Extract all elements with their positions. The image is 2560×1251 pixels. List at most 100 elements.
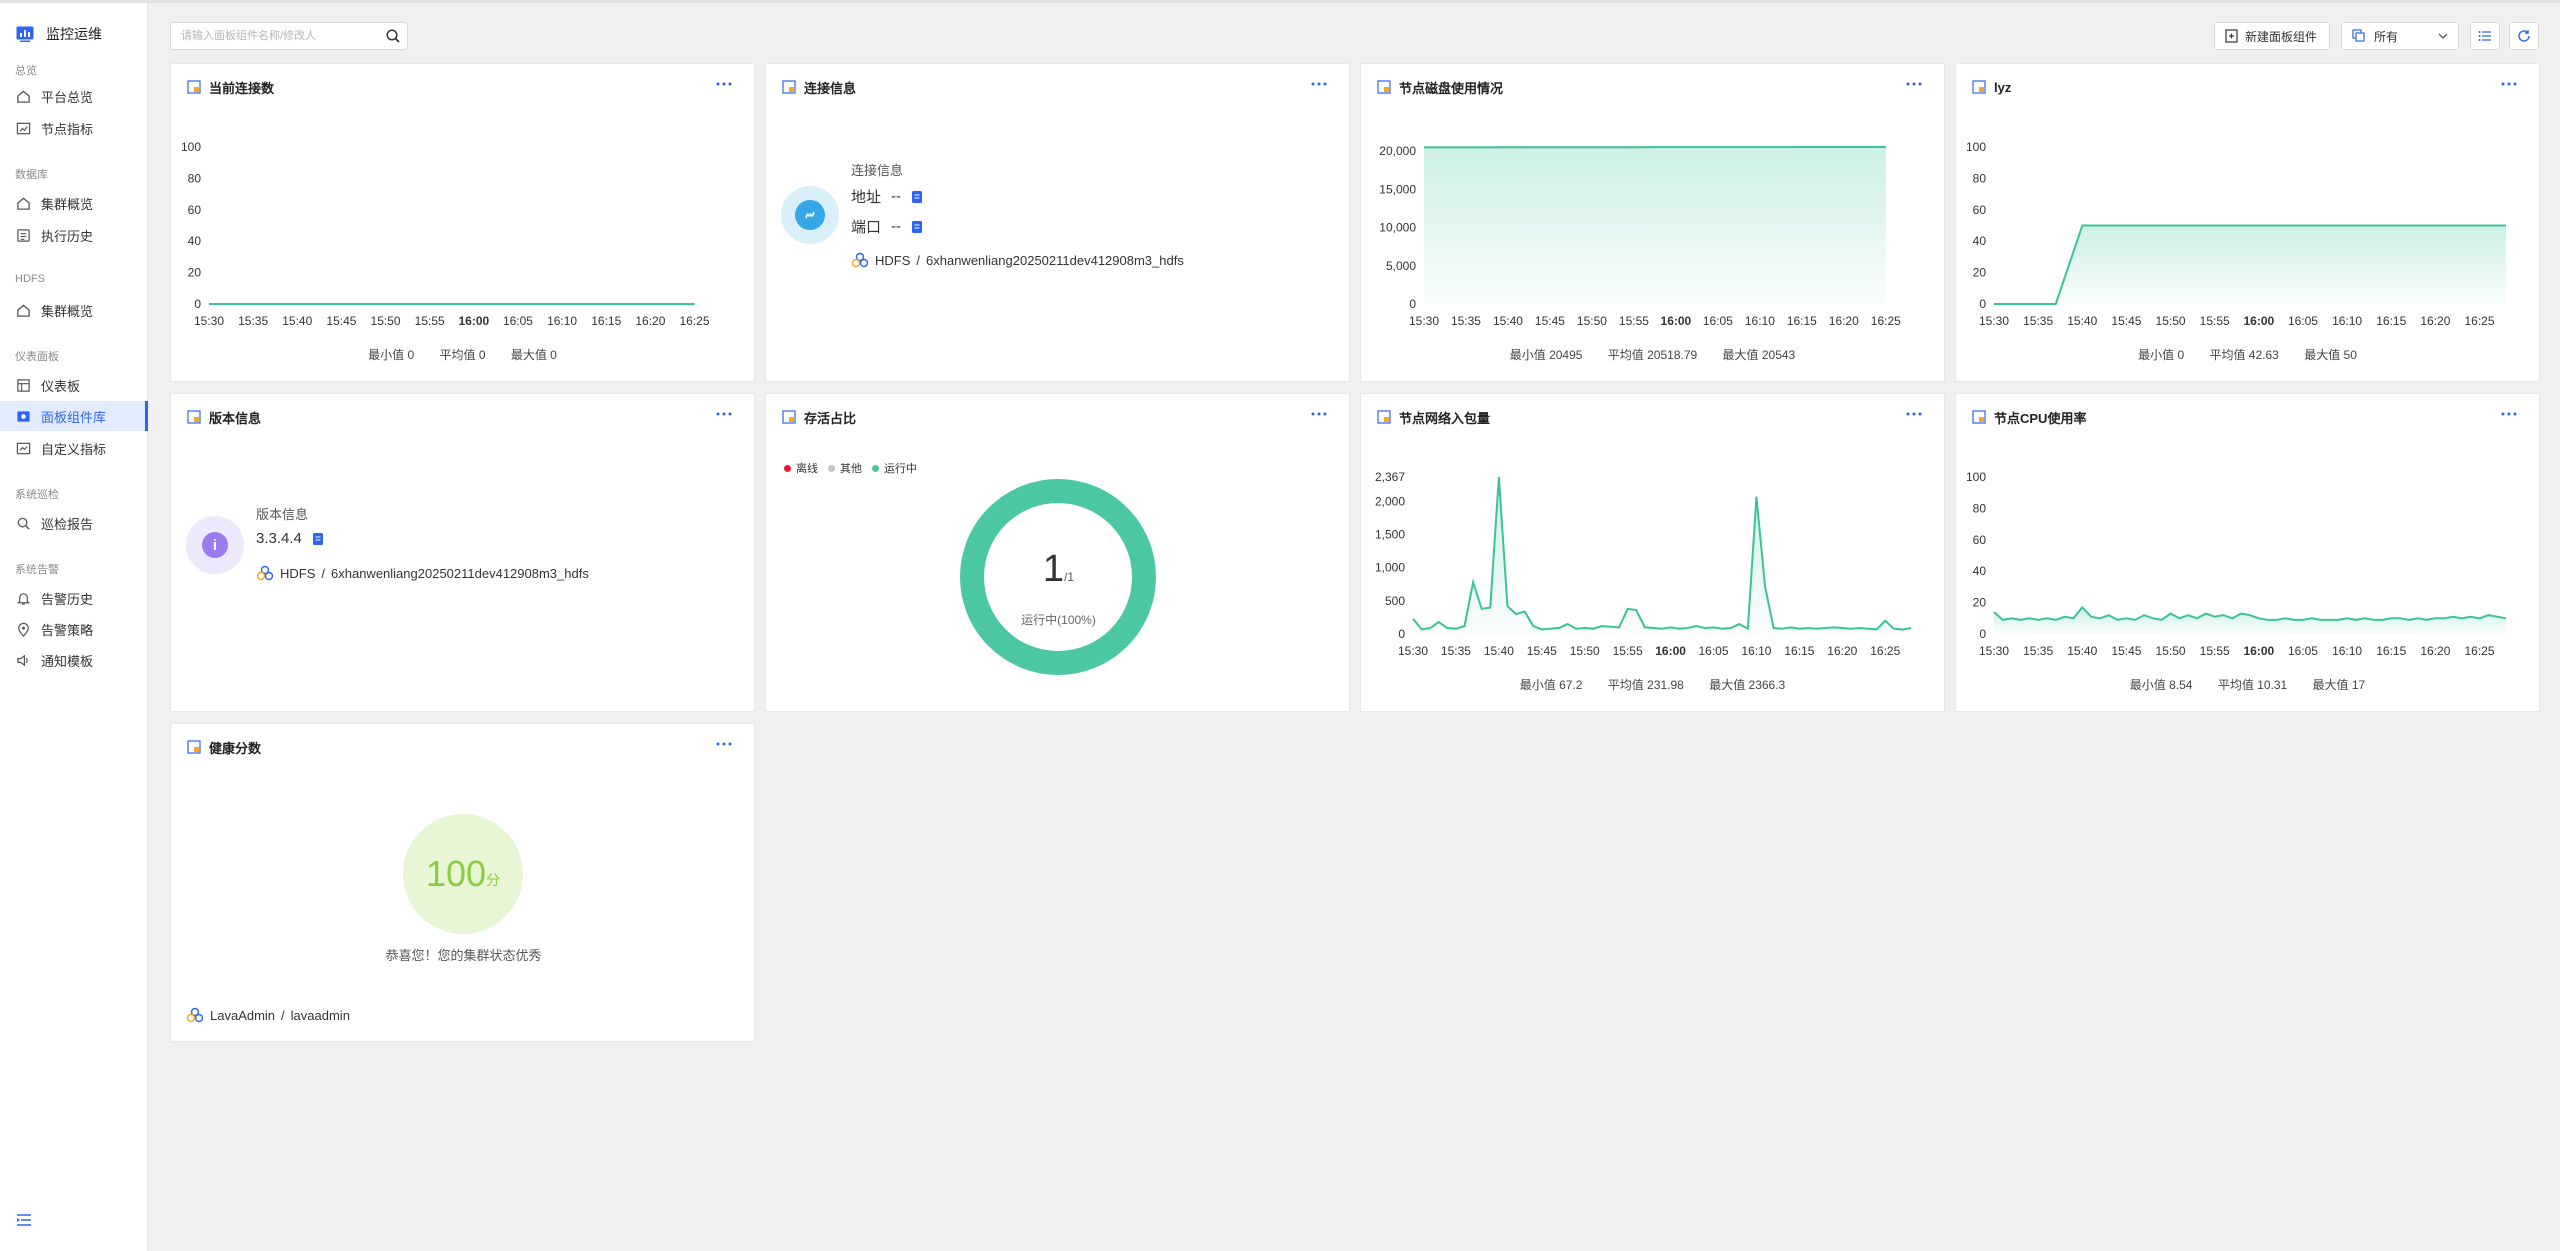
y-tick-label: 20 bbox=[1973, 596, 1987, 610]
card-title: 健康分数 bbox=[209, 740, 262, 756]
cluster-icon bbox=[851, 252, 869, 268]
filter-select[interactable]: 所有 bbox=[2341, 22, 2459, 50]
sidebar-item-custom-metrics[interactable]: 自定义指标 bbox=[0, 433, 148, 463]
new-panel-label: 新建面板组件 bbox=[2245, 29, 2318, 44]
x-tick-label: 16:20 bbox=[2420, 644, 2450, 658]
x-tick-label: 15:40 bbox=[2067, 644, 2097, 658]
cluster-icon bbox=[256, 565, 274, 581]
x-tick-label: 15:45 bbox=[1535, 314, 1565, 328]
stat-min: 最小值 8.54 bbox=[2129, 678, 2193, 692]
y-tick-label: 20 bbox=[1973, 266, 1987, 280]
y-tick-label: 1,500 bbox=[1375, 528, 1405, 542]
path-type: HDFS bbox=[280, 565, 316, 581]
stats-row: 最小值 0 平均值 42.63 最大值 50 bbox=[1956, 346, 2539, 363]
new-panel-button[interactable]: 新建面板组件 bbox=[2214, 22, 2330, 50]
x-tick-label: 16:20 bbox=[1827, 644, 1857, 658]
x-tick-label: 16:20 bbox=[1829, 314, 1859, 328]
sidebar-item-label: 通知模板 bbox=[41, 653, 94, 669]
series-area bbox=[1424, 147, 1886, 304]
x-tick-label: 15:50 bbox=[371, 314, 401, 328]
sidebar-item-alert-history[interactable]: 告警历史 bbox=[0, 583, 148, 613]
y-tick-label: 80 bbox=[1973, 171, 1987, 185]
filter-value: 所有 bbox=[2374, 29, 2399, 44]
stat-avg: 平均值 20518.79 bbox=[1607, 348, 1698, 362]
sidebar-item-panel-library[interactable]: 面板组件库 bbox=[0, 401, 148, 431]
y-tick-label: 15,000 bbox=[1379, 182, 1416, 196]
refresh-button[interactable] bbox=[2509, 22, 2539, 50]
x-tick-label: 16:10 bbox=[1745, 314, 1775, 328]
x-tick-label: 15:45 bbox=[326, 314, 356, 328]
copy-icon[interactable] bbox=[911, 190, 923, 204]
sidebar-item-platform-overview[interactable]: 平台总览 bbox=[0, 81, 148, 111]
sidebar-item-label: 告警策略 bbox=[41, 622, 94, 638]
link-icon bbox=[805, 211, 815, 219]
x-tick-label: 16:25 bbox=[2465, 644, 2495, 658]
y-tick-label: 60 bbox=[1973, 203, 1987, 217]
path-name: 6xhanwenliang20250211dev412908m3_hdfs bbox=[926, 252, 1184, 268]
copy-icon[interactable] bbox=[312, 532, 324, 546]
more-options-icon[interactable] bbox=[714, 406, 734, 422]
sidebar-item-inspection-report[interactable]: 巡检报告 bbox=[0, 508, 148, 538]
y-tick-label: 40 bbox=[188, 234, 202, 248]
panel-icon bbox=[187, 740, 201, 754]
x-tick-label: 15:45 bbox=[2111, 644, 2141, 658]
sidebar-item-label: 集群概览 bbox=[41, 303, 94, 319]
y-tick-label: 60 bbox=[1973, 533, 1987, 547]
sidebar-item-notify-template[interactable]: 通知模板 bbox=[0, 645, 148, 675]
x-tick-label: 16:25 bbox=[2465, 314, 2495, 328]
stat-min: 最小值 0 bbox=[368, 348, 415, 362]
x-tick-label: 15:40 bbox=[1484, 644, 1514, 658]
sidebar-item-label: 告警历史 bbox=[41, 591, 94, 607]
x-tick-label: 16:00 bbox=[458, 314, 489, 328]
user-name: LavaAdmin bbox=[210, 1007, 276, 1023]
x-tick-label: 15:35 bbox=[2023, 314, 2053, 328]
x-tick-label: 16:10 bbox=[547, 314, 577, 328]
address-label: 地址 bbox=[851, 189, 882, 206]
chart-icon bbox=[16, 122, 31, 134]
info-badge: i bbox=[186, 516, 244, 574]
sidebar-item-exec-history[interactable]: 执行历史 bbox=[0, 220, 148, 250]
y-tick-label: 100 bbox=[1966, 470, 1986, 484]
version-heading: 版本信息 bbox=[256, 507, 309, 522]
sidebar-item-dashboard[interactable]: 仪表板 bbox=[0, 370, 148, 400]
x-tick-label: 16:15 bbox=[591, 314, 621, 328]
port-value: -- bbox=[891, 218, 902, 235]
card-title: 连接信息 bbox=[804, 80, 857, 96]
sidebar-item-alert-policy[interactable]: 告警策略 bbox=[0, 614, 148, 644]
panel-icon bbox=[782, 80, 796, 94]
link-badge bbox=[781, 186, 839, 244]
stat-avg: 平均值 0 bbox=[439, 348, 486, 362]
sidebar-item-hdfs-cluster-overview[interactable]: 集群概览 bbox=[0, 295, 148, 325]
x-tick-label: 15:30 bbox=[1398, 644, 1428, 658]
more-options-icon[interactable] bbox=[714, 736, 734, 752]
sidebar-item-label: 执行历史 bbox=[41, 228, 94, 244]
search-input[interactable] bbox=[171, 23, 391, 49]
top-border bbox=[0, 0, 2560, 3]
copy-layers-icon bbox=[2352, 29, 2365, 42]
sidebar-item-node-metrics[interactable]: 节点指标 bbox=[0, 113, 148, 143]
stats-row: 最小值 0 平均值 0 最大值 0 bbox=[171, 346, 754, 363]
x-tick-label: 15:50 bbox=[2156, 644, 2186, 658]
y-tick-label: 0 bbox=[1409, 297, 1416, 311]
x-tick-label: 16:15 bbox=[1787, 314, 1817, 328]
brand[interactable]: 监控运维 bbox=[16, 23, 102, 45]
more-options-icon[interactable] bbox=[1309, 76, 1329, 92]
x-tick-label: 16:00 bbox=[2243, 644, 2274, 658]
cluster-icon bbox=[186, 1007, 204, 1023]
health-message: 恭喜您！您的集群状态优秀 bbox=[385, 948, 542, 963]
stat-avg: 平均值 42.63 bbox=[2209, 348, 2279, 362]
search-icon[interactable] bbox=[385, 28, 401, 44]
copy-icon[interactable] bbox=[911, 220, 923, 234]
sidebar-item-cluster-overview[interactable]: 集群概览 bbox=[0, 188, 148, 218]
list-view-button[interactable] bbox=[2470, 22, 2500, 50]
y-tick-label: 0 bbox=[1398, 627, 1405, 641]
home-icon bbox=[17, 89, 30, 103]
y-tick-label: 20,000 bbox=[1379, 144, 1416, 158]
x-tick-label: 16:25 bbox=[1870, 644, 1900, 658]
collapse-menu-icon[interactable] bbox=[16, 1213, 32, 1227]
section-overview: 总览 bbox=[15, 65, 37, 77]
x-tick-label: 16:25 bbox=[1871, 314, 1901, 328]
card-alive-ratio: 存活占比 离线 其他 运行中 1/1 运行中(100%) bbox=[765, 393, 1350, 712]
card-current-connections: 当前连接数 0 20 40 60 80 100 15:30 15:35 15:40 15:45 15… bbox=[170, 63, 755, 382]
x-tick-label: 16:10 bbox=[2332, 314, 2362, 328]
